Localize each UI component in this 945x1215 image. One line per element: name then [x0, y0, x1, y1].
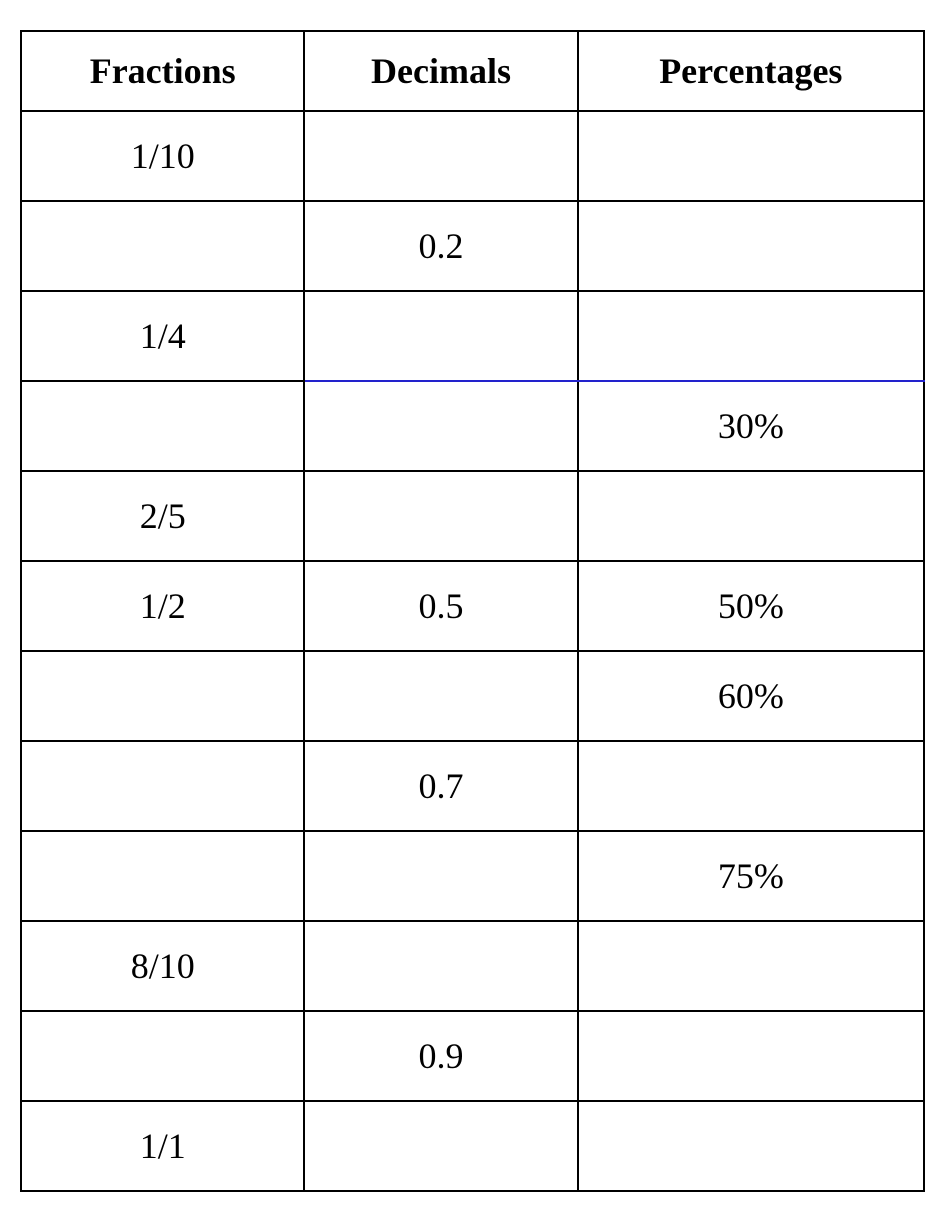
cell-fraction-row11: 1/1: [21, 1101, 304, 1191]
cell-fraction-row4: 2/5: [21, 471, 304, 561]
table-row: 0.7: [21, 741, 924, 831]
table-row: 1/1: [21, 1101, 924, 1191]
cell-fraction-row1: [21, 201, 304, 291]
cell-percentage-row5: 50%: [578, 561, 924, 651]
cell-decimal-row8: [304, 831, 577, 921]
cell-fraction-row8: [21, 831, 304, 921]
header-row: Fractions Decimals Percentages: [21, 31, 924, 111]
table-row: 2/5: [21, 471, 924, 561]
cell-fraction-row6: [21, 651, 304, 741]
table-row: 1/20.550%: [21, 561, 924, 651]
cell-decimal-row1: 0.2: [304, 201, 577, 291]
cell-percentage-row8: 75%: [578, 831, 924, 921]
cell-fraction-row7: [21, 741, 304, 831]
cell-fraction-row2: 1/4: [21, 291, 304, 381]
main-table-container: Fractions Decimals Percentages 1/100.21/…: [20, 30, 925, 1192]
cell-decimal-row2: [304, 291, 577, 381]
cell-fraction-row3: [21, 381, 304, 471]
fractions-table: Fractions Decimals Percentages 1/100.21/…: [20, 30, 925, 1192]
header-percentages: Percentages: [578, 31, 924, 111]
cell-percentage-row11: [578, 1101, 924, 1191]
cell-fraction-row0: 1/10: [21, 111, 304, 201]
cell-percentage-row0: [578, 111, 924, 201]
table-row: 1/4: [21, 291, 924, 381]
table-row: 1/10: [21, 111, 924, 201]
cell-percentage-row3: 30%: [578, 381, 924, 471]
cell-decimal-row9: [304, 921, 577, 1011]
cell-percentage-row9: [578, 921, 924, 1011]
cell-percentage-row1: [578, 201, 924, 291]
cell-fraction-row10: [21, 1011, 304, 1101]
table-row: 0.9: [21, 1011, 924, 1101]
cell-decimal-row7: 0.7: [304, 741, 577, 831]
table-row: 0.2: [21, 201, 924, 291]
cell-percentage-row7: [578, 741, 924, 831]
cell-percentage-row2: [578, 291, 924, 381]
cell-decimal-row4: [304, 471, 577, 561]
cell-fraction-row9: 8/10: [21, 921, 304, 1011]
cell-decimal-row10: 0.9: [304, 1011, 577, 1101]
cell-percentage-row4: [578, 471, 924, 561]
table-row: 75%: [21, 831, 924, 921]
table-row: 8/10: [21, 921, 924, 1011]
cell-decimal-row11: [304, 1101, 577, 1191]
cell-decimal-row0: [304, 111, 577, 201]
header-fractions: Fractions: [21, 31, 304, 111]
cell-decimal-row5: 0.5: [304, 561, 577, 651]
cell-decimal-row6: [304, 651, 577, 741]
table-row: 30%: [21, 381, 924, 471]
cell-percentage-row6: 60%: [578, 651, 924, 741]
table-row: 60%: [21, 651, 924, 741]
cell-fraction-row5: 1/2: [21, 561, 304, 651]
cell-decimal-row3: [304, 381, 577, 471]
header-decimals: Decimals: [304, 31, 577, 111]
cell-percentage-row10: [578, 1011, 924, 1101]
